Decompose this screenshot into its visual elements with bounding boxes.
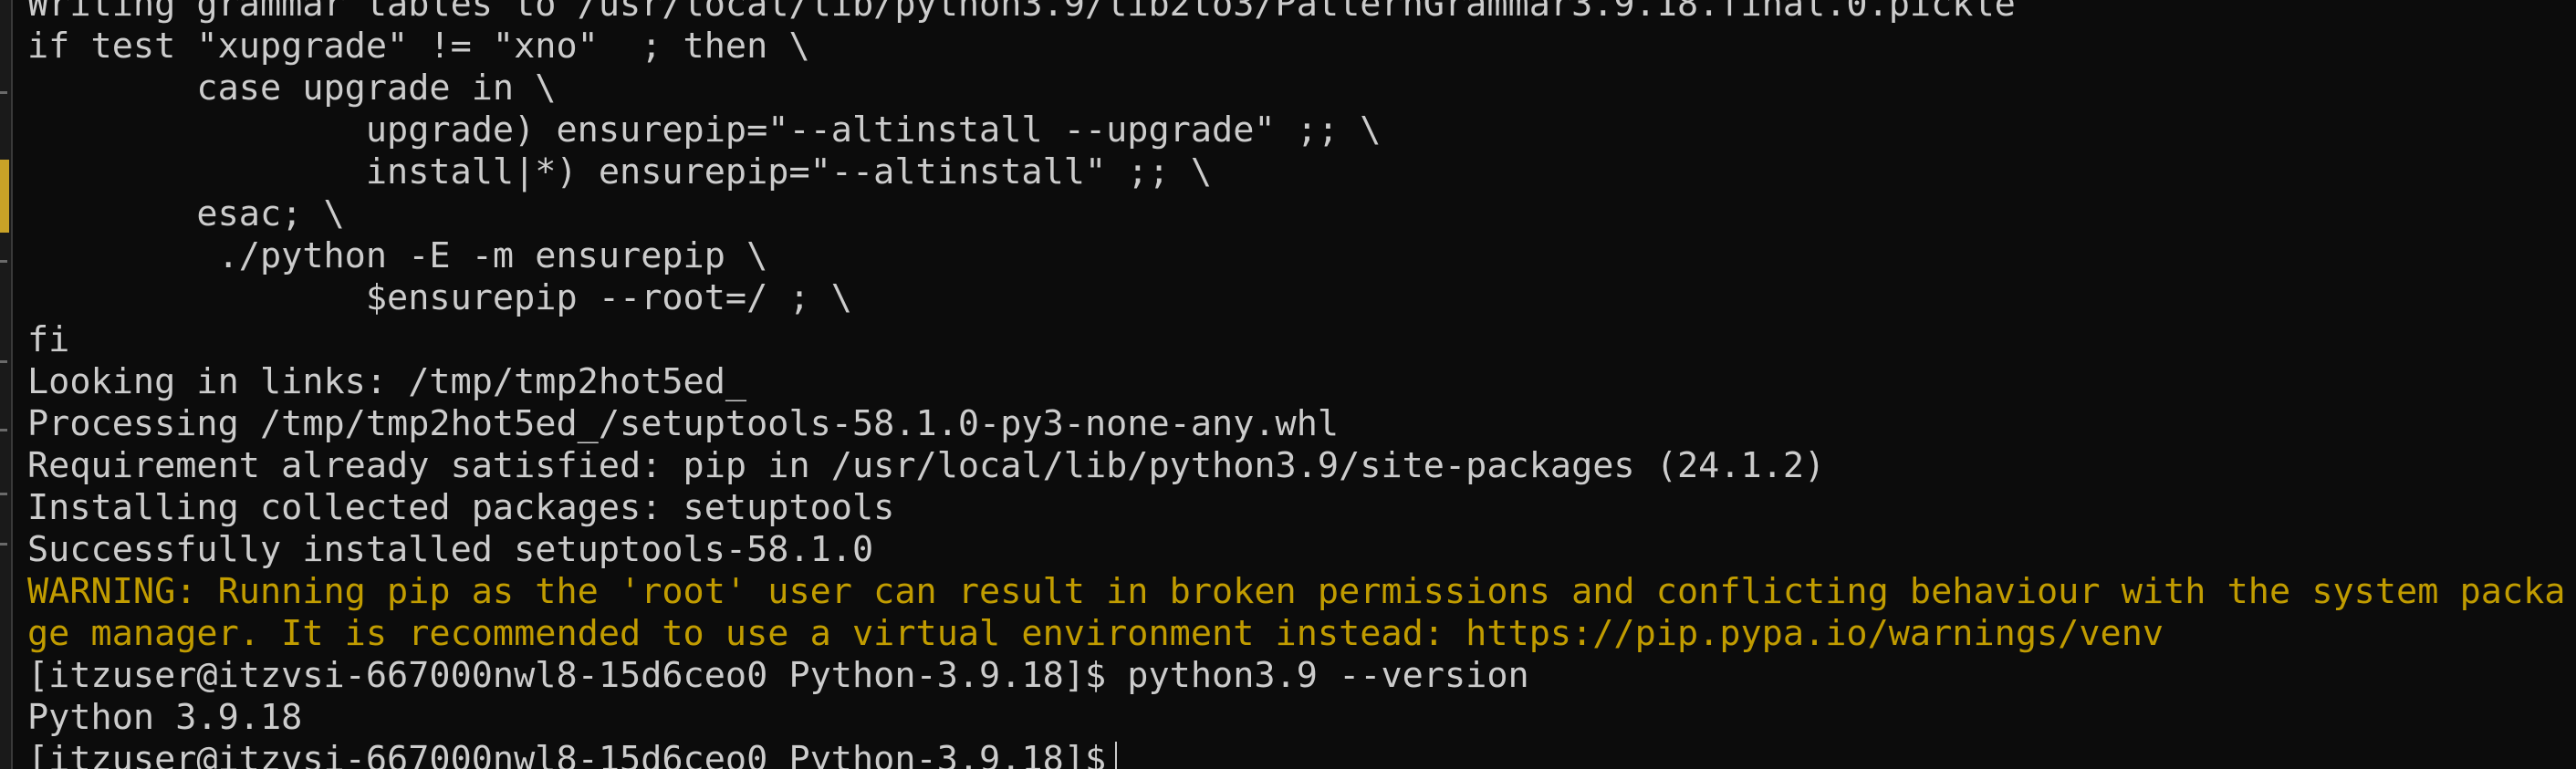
output-line: fi [27,319,70,360]
output-line: Writing grammar tables to /usr/local/lib… [27,0,2016,25]
window-edge-mark [0,91,7,94]
output-line: Processing /tmp/tmp2hot5ed_/setuptools-5… [27,403,1340,444]
window-edge-mark [0,260,7,263]
output-line: if test "xupgrade" != "xno" ; then \ [27,26,810,67]
text-cursor [1115,742,1118,769]
output-line: Requirement already satisfied: pip in /u… [27,445,1826,486]
shell-prompt: [itzuser@itzvsi-667000nwl8-15d6ceo0 Pyth… [27,739,1107,769]
output-line: Looking in links: /tmp/tmp2hot5ed_ [27,361,747,402]
terminal-output: Writing grammar tables to /usr/local/lib… [27,0,2565,769]
output-line: case upgrade in \ [27,68,557,109]
prompt-line: [itzuser@itzvsi-667000nwl8-15d6ceo0 Pyth… [27,655,1529,696]
output-line: Successfully installed setuptools-58.1.0 [27,529,874,570]
window-edge-mark [0,429,7,431]
output-line: esac; \ [27,193,345,234]
output-line: Installing collected packages: setuptool… [27,487,895,528]
background-window-edge [0,0,13,769]
current-prompt-line[interactable]: [itzuser@itzvsi-667000nwl8-15d6ceo0 Pyth… [27,739,2565,769]
output-line: install|*) ensurepip="--altinstall" ;; \ [27,151,1213,192]
output-line: upgrade) ensurepip="--altinstall --upgra… [27,109,1382,151]
output-line: $ensurepip --root=/ ; \ [27,277,852,318]
window-edge-mark [0,493,7,495]
window-edge-mark [0,360,7,363]
window-edge-mark [0,543,7,546]
warning-line: ge manager. It is recommended to use a v… [27,613,2164,654]
window-edge-highlight [0,160,9,233]
output-line: ./python -E -m ensurepip \ [27,235,768,276]
warning-line: WARNING: Running pip as the 'root' user … [27,571,2566,612]
output-line: Python 3.9.18 [27,697,303,738]
terminal-window[interactable]: Writing grammar tables to /usr/local/lib… [0,0,2576,769]
